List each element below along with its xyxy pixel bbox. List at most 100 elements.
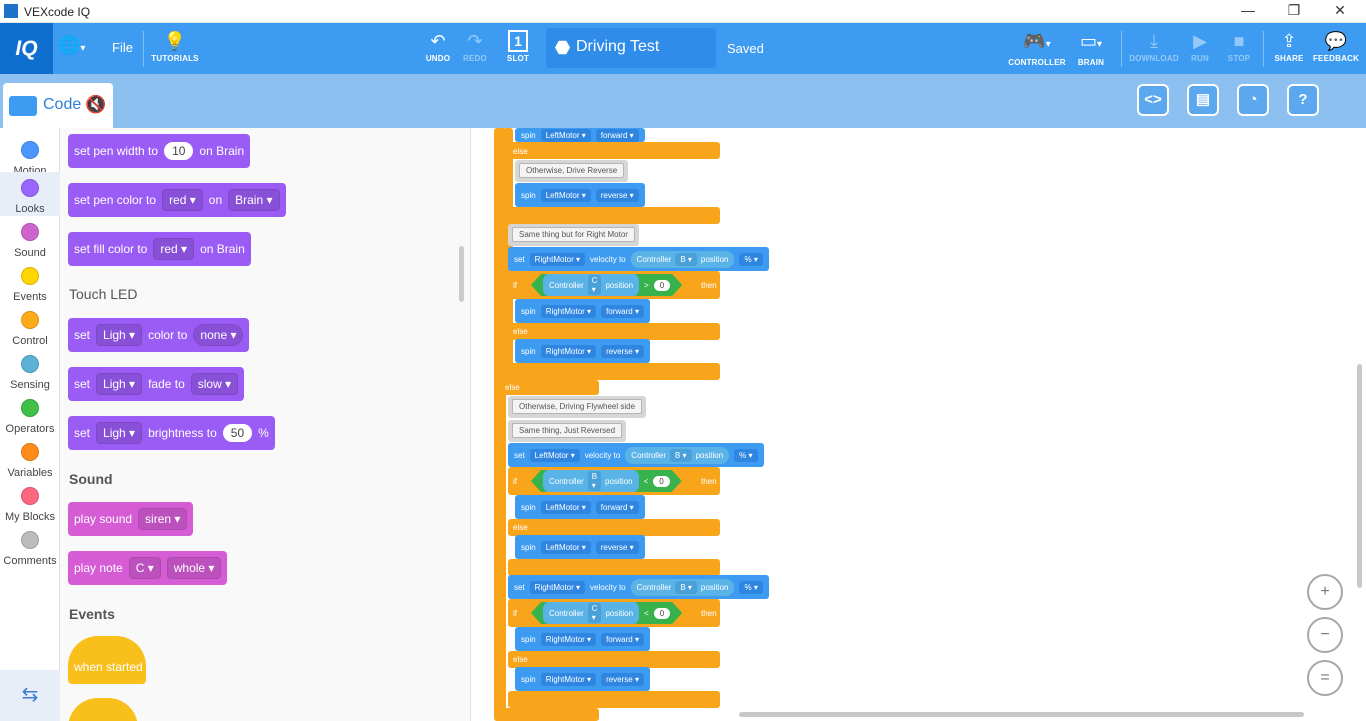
share-button[interactable]: ⇪ SHARE: [1272, 30, 1306, 63]
set-velocity-block[interactable]: set LeftMotor velocity to ControllerBpos…: [508, 443, 764, 467]
project-name-box[interactable]: Driving Test: [546, 28, 716, 68]
comparison-block[interactable]: Controller Cposition < 0: [531, 602, 682, 624]
led-dropdown[interactable]: Ligh: [96, 324, 143, 346]
dashboard-icon[interactable]: ◔: [1237, 84, 1269, 116]
number-input[interactable]: 0: [654, 608, 670, 619]
set-pen-width-block[interactable]: set pen width to 10 on Brain: [68, 134, 251, 168]
spin-block[interactable]: spin LeftMotor forward: [515, 495, 645, 519]
spin-block[interactable]: spin LeftMotor reverse: [515, 183, 645, 207]
axis-dropdown[interactable]: B: [675, 252, 697, 266]
unit-dropdown[interactable]: %: [739, 580, 763, 594]
workspace-vertical-scrollbar[interactable]: [1357, 364, 1362, 588]
devices-icon[interactable]: ▤: [1187, 84, 1219, 116]
led-dropdown[interactable]: Ligh: [96, 422, 143, 444]
controller-position-reporter[interactable]: ControllerBposition: [630, 250, 735, 268]
minimize-button[interactable]: —: [1238, 2, 1258, 18]
controller-position-reporter[interactable]: ControllerBposition: [630, 578, 735, 596]
spin-block[interactable]: spin RightMotor reverse: [515, 667, 650, 691]
axis-dropdown[interactable]: B: [669, 448, 692, 462]
category-looks[interactable]: Looks: [0, 172, 60, 216]
code-viewer-icon[interactable]: <>: [1137, 84, 1169, 116]
direction-dropdown[interactable]: reverse: [601, 672, 644, 686]
comment-block[interactable]: Same thing but for Right Motor: [508, 224, 639, 246]
category-sound[interactable]: Sound: [0, 216, 60, 260]
category-control[interactable]: Control: [0, 304, 60, 348]
number-input[interactable]: 0: [654, 280, 670, 291]
motor-dropdown[interactable]: RightMotor: [540, 632, 597, 646]
motor-dropdown[interactable]: LeftMotor: [540, 188, 591, 202]
controller-position-reporter[interactable]: Controller Cposition: [543, 601, 639, 625]
restore-button[interactable]: ❐: [1284, 2, 1304, 19]
comparison-block[interactable]: Controller Bposition < 0: [531, 470, 682, 492]
event-block-partial[interactable]: [68, 698, 138, 721]
spin-block[interactable]: spin LeftMotor forward: [515, 128, 645, 142]
motor-dropdown[interactable]: RightMotor: [540, 672, 597, 686]
direction-dropdown[interactable]: forward: [601, 304, 644, 318]
motor-dropdown[interactable]: LeftMotor: [540, 540, 591, 554]
led-color-dropdown[interactable]: none: [193, 324, 244, 346]
set-pen-color-block[interactable]: set pen color to red on Brain: [68, 183, 286, 217]
direction-dropdown[interactable]: reverse: [595, 540, 639, 554]
axis-dropdown[interactable]: C: [588, 603, 602, 623]
run-button[interactable]: ▶ RUN: [1186, 30, 1214, 63]
direction-dropdown[interactable]: forward: [601, 632, 644, 646]
spin-block[interactable]: spin RightMotor forward: [515, 627, 650, 651]
close-button[interactable]: ✕: [1330, 2, 1350, 19]
fill-color-dropdown[interactable]: red: [153, 238, 195, 260]
category-variables[interactable]: Variables: [0, 436, 60, 480]
set-velocity-block[interactable]: set RightMotor velocity to ControllerBpo…: [508, 247, 769, 271]
category-operators[interactable]: Operators: [0, 392, 60, 436]
set-led-color-block[interactable]: set Ligh color to none: [68, 318, 250, 352]
palette-scrollbar[interactable]: [459, 246, 464, 302]
axis-dropdown[interactable]: B: [588, 471, 601, 491]
stop-button[interactable]: ■ STOP: [1224, 30, 1254, 63]
play-sound-block[interactable]: play sound siren: [68, 502, 194, 536]
sound-dropdown[interactable]: siren: [138, 508, 188, 530]
unit-dropdown[interactable]: %: [739, 252, 763, 266]
motor-dropdown[interactable]: RightMotor: [540, 344, 597, 358]
category-my-blocks[interactable]: My Blocks: [0, 480, 60, 524]
motor-dropdown[interactable]: LeftMotor: [529, 448, 580, 462]
controller-position-reporter[interactable]: ControllerBposition: [625, 446, 730, 464]
zoom-reset-icon[interactable]: =: [1307, 660, 1343, 696]
undo-button[interactable]: ↶ UNDO: [422, 30, 454, 63]
direction-dropdown[interactable]: forward: [595, 500, 639, 514]
spin-block[interactable]: spin LeftMotor reverse: [515, 535, 645, 559]
pen-color-dropdown[interactable]: red: [162, 189, 203, 211]
motor-dropdown[interactable]: RightMotor: [529, 252, 586, 266]
fade-dropdown[interactable]: slow: [190, 373, 239, 395]
direction-dropdown[interactable]: reverse: [601, 344, 644, 358]
zoom-out-icon[interactable]: −: [1307, 617, 1343, 653]
globe-icon[interactable]: 🌐▾: [58, 35, 85, 56]
category-comments[interactable]: Comments: [0, 524, 60, 568]
set-velocity-block[interactable]: set RightMotor velocity to ControllerBpo…: [508, 575, 769, 599]
direction-dropdown[interactable]: reverse: [595, 188, 639, 202]
set-led-brightness-block[interactable]: set Ligh brightness to 50 %: [68, 416, 275, 450]
motor-dropdown[interactable]: LeftMotor: [540, 128, 591, 142]
extensions-icon[interactable]: ⇆: [0, 670, 60, 721]
controller-position-reporter[interactable]: ControllerBposition: [543, 469, 639, 493]
controller-position-reporter[interactable]: Controller Cposition: [543, 273, 639, 297]
help-icon[interactable]: ?: [1287, 84, 1319, 116]
brightness-input[interactable]: 50: [222, 424, 253, 442]
speaker-muted-icon[interactable]: 🔇: [85, 95, 106, 115]
pen-width-input[interactable]: 10: [164, 142, 194, 160]
play-note-block[interactable]: play note C whole: [68, 551, 228, 585]
redo-button[interactable]: ↷ REDO: [459, 30, 491, 63]
comment-block[interactable]: Otherwise, Driving Flywheel side: [508, 396, 647, 418]
comment-block[interactable]: Otherwise, Drive Reverse: [515, 160, 629, 182]
unit-dropdown[interactable]: %: [734, 448, 758, 462]
brain-button[interactable]: ▭▾ BRAIN: [1070, 30, 1112, 67]
category-events[interactable]: Events: [0, 260, 60, 304]
comparison-block[interactable]: Controller Cposition > 0: [531, 274, 682, 296]
motor-dropdown[interactable]: LeftMotor: [540, 500, 591, 514]
motor-dropdown[interactable]: RightMotor: [540, 304, 597, 318]
spin-block[interactable]: spin RightMotor reverse: [515, 339, 650, 363]
slot-button[interactable]: 1 SLOT: [502, 30, 534, 63]
note-dropdown[interactable]: C: [128, 557, 161, 579]
category-sensing[interactable]: Sensing: [0, 348, 60, 392]
led-dropdown[interactable]: Ligh: [96, 373, 143, 395]
direction-dropdown[interactable]: forward: [595, 128, 639, 142]
workspace-horizontal-scrollbar[interactable]: [739, 712, 1304, 717]
code-tab[interactable]: Code 🔇: [3, 83, 113, 128]
